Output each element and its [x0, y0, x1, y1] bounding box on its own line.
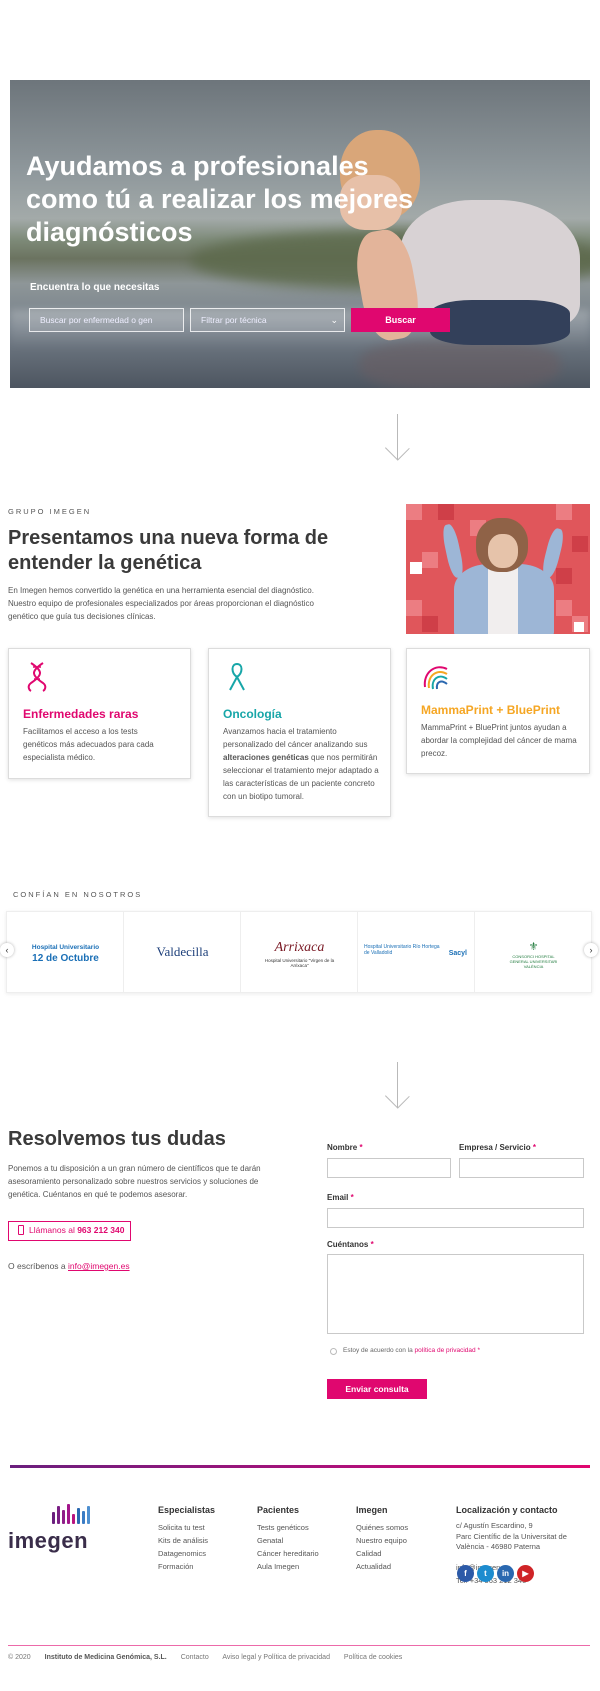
- group-text: En Imegen hemos convertido la genética e…: [8, 586, 314, 621]
- phone-icon: [18, 1225, 24, 1235]
- footer-link[interactable]: Nuestro equipo: [356, 1534, 456, 1547]
- twitter-icon[interactable]: t: [477, 1565, 494, 1582]
- logo-valdecilla[interactable]: Valdecilla: [124, 912, 241, 992]
- fingerprint-icon: [423, 666, 448, 690]
- hero-subtitle: Encuentra lo que necesitas: [30, 282, 160, 293]
- footer-link[interactable]: Kits de análisis: [158, 1534, 258, 1547]
- dna-icon: [27, 662, 47, 692]
- footer-link[interactable]: Tests genéticos: [257, 1521, 357, 1534]
- footer-link[interactable]: Datagenomics: [158, 1547, 258, 1560]
- scroll-down-arrow-icon[interactable]: [383, 1062, 413, 1110]
- message-label: Cuéntanos *: [327, 1240, 374, 1249]
- card-text: MammaPrint + BluePrint juntos ayudan a a…: [421, 723, 577, 758]
- linkedin-icon[interactable]: in: [497, 1565, 514, 1582]
- footer-link[interactable]: Quiénes somos: [356, 1521, 456, 1534]
- name-field[interactable]: [327, 1158, 451, 1178]
- logo-consorci-valencia[interactable]: ⚜ CONSORCI HOSPITAL GENERAL UNIVERSITARI…: [475, 912, 592, 992]
- group-kicker: GRUPO IMEGEN: [8, 507, 92, 516]
- scroll-down-arrow-icon[interactable]: [383, 414, 413, 462]
- contact-link[interactable]: Contacto: [181, 1654, 209, 1661]
- footer-link[interactable]: Aula Imegen: [257, 1560, 357, 1573]
- footer-col-imegen: Imegen Quiénes somos Nuestro equipo Cali…: [356, 1505, 456, 1573]
- email-link[interactable]: info@imegen.es: [68, 1261, 130, 1271]
- write-us-text: O escríbenos a info@imegen.es: [8, 1261, 130, 1271]
- footer-link[interactable]: Calidad: [356, 1547, 456, 1560]
- copyright: © 2020 Instituto de Medicina Genómica, S…: [8, 1654, 167, 1661]
- card-text: Facilitamos el acceso a los tests genéti…: [23, 727, 154, 762]
- company-field[interactable]: [459, 1158, 584, 1178]
- submit-button[interactable]: Enviar consulta: [327, 1379, 427, 1399]
- hero-title: Ayudamos a profesionales como tú a reali…: [26, 151, 414, 247]
- card-title: Oncología: [223, 707, 282, 721]
- email-field[interactable]: [327, 1208, 584, 1228]
- footer-col-especialistas: Especialistas Solicita tu test Kits de a…: [158, 1505, 258, 1573]
- card-title: Enfermedades raras: [23, 707, 139, 721]
- search-input[interactable]: Buscar por enfermedad o gen: [29, 308, 184, 332]
- footer-link[interactable]: Formación: [158, 1560, 258, 1573]
- technique-select-value: Filtrar por técnica: [201, 315, 267, 325]
- hero-banner: Ayudamos a profesionales como tú a reali…: [10, 80, 590, 388]
- privacy-text: Estoy de acuerdo con la política de priv…: [343, 1347, 480, 1354]
- ribbon-icon: [229, 662, 245, 691]
- privacy-link[interactable]: política de privacidad: [415, 1347, 476, 1354]
- footer-link[interactable]: Cáncer hereditario: [257, 1547, 357, 1560]
- facebook-icon[interactable]: f: [457, 1565, 474, 1582]
- card-rare-diseases[interactable]: Enfermedades raras Facilitamos el acceso…: [8, 648, 191, 779]
- bottom-bar: © 2020 Instituto de Medicina Genómica, S…: [8, 1654, 414, 1661]
- trust-kicker: CONFÍAN EN NOSOTROS: [13, 890, 143, 899]
- footer-logo[interactable]: imegen: [8, 1528, 88, 1554]
- card-oncology[interactable]: Oncología Avanzamos hacia el tratamiento…: [208, 648, 391, 817]
- legal-link[interactable]: Aviso legal y Política de privacidad: [222, 1654, 330, 1661]
- logo-arrixaca[interactable]: Arrixaca Hospital Universitario "Virgen …: [241, 912, 358, 992]
- footer-col-pacientes: Pacientes Tests genéticos Genatal Cáncer…: [257, 1505, 357, 1573]
- chevron-down-icon: ⌄: [330, 315, 338, 325]
- card-text: Avanzamos hacia el tratamiento personali…: [223, 727, 379, 801]
- footer-link[interactable]: Actualidad: [356, 1560, 456, 1573]
- faq-text: Ponemos a tu disposición a un gran númer…: [8, 1164, 261, 1199]
- logo-bars-icon: [52, 1504, 96, 1524]
- hero-reflection: [360, 340, 560, 388]
- footer-divider: [10, 1465, 590, 1468]
- youtube-icon[interactable]: ▶: [517, 1565, 534, 1582]
- logo-rio-hortega[interactable]: Hospital Universitario Río Hortega de Va…: [358, 912, 475, 992]
- carousel-prev-icon[interactable]: ‹: [0, 943, 14, 957]
- email-label: Email *: [327, 1193, 354, 1202]
- group-title: Presentamos una nueva forma de entender …: [8, 527, 329, 574]
- search-button[interactable]: Buscar: [351, 308, 450, 332]
- card-mammaprint[interactable]: MammaPrint + BluePrint MammaPrint + Blue…: [406, 648, 590, 774]
- logo-12-octubre[interactable]: Hospital Universitario 12 de Octubre: [7, 912, 124, 992]
- partner-logos-carousel: Hospital Universitario 12 de Octubre Val…: [6, 911, 592, 993]
- call-button[interactable]: Llámanos al 963 212 340: [8, 1221, 131, 1241]
- footer-link[interactable]: Solicita tu test: [158, 1521, 258, 1534]
- group-photo: [406, 504, 590, 634]
- company-label: Empresa / Servicio *: [459, 1143, 536, 1152]
- message-field[interactable]: [327, 1254, 584, 1334]
- card-title: MammaPrint + BluePrint: [421, 703, 561, 717]
- faq-title: Resolvemos tus dudas: [8, 1128, 226, 1150]
- privacy-checkbox[interactable]: [330, 1348, 337, 1355]
- name-label: Nombre *: [327, 1143, 363, 1152]
- bottom-divider: [8, 1645, 590, 1646]
- hero-child-legs: [430, 300, 570, 345]
- carousel-next-icon[interactable]: ›: [584, 943, 598, 957]
- technique-select[interactable]: Filtrar por técnica ⌄: [190, 308, 345, 332]
- footer-link[interactable]: Genatal: [257, 1534, 357, 1547]
- cookies-link[interactable]: Política de cookies: [344, 1654, 402, 1661]
